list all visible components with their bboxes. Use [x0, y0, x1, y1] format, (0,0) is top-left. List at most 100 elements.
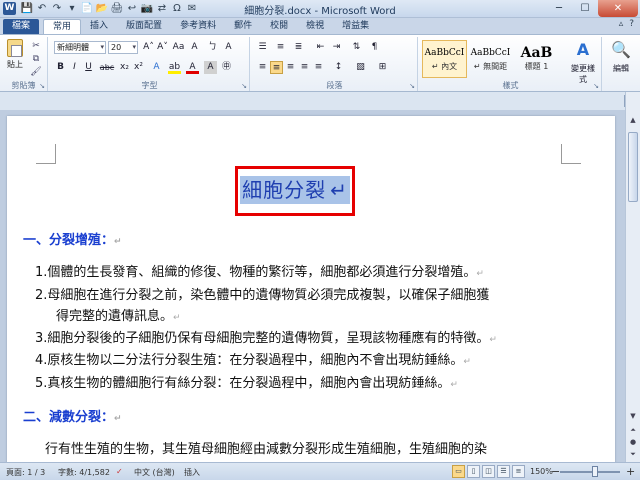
next-page-icon[interactable]: ⏷	[627, 448, 639, 460]
mail-icon[interactable]: ✉	[185, 2, 199, 16]
symbol-icon[interactable]: Ω	[170, 2, 184, 16]
list-item[interactable]: 4.原核生物以二分法行分裂生殖：在分裂過程中，細胞內不會出現紡錘絲。↵	[35, 349, 471, 368]
web-layout-view-button[interactable]: ◫	[482, 465, 495, 478]
numbering-icon[interactable]: ≡	[274, 41, 287, 54]
clipboard-launcher-icon[interactable]: ↘	[39, 82, 45, 90]
scroll-down-arrow-icon[interactable]: ▼	[627, 410, 639, 422]
strikethrough-button[interactable]: abc	[98, 61, 116, 74]
character-shading-icon[interactable]: A	[204, 61, 217, 74]
tab-page-layout[interactable]: 版面配置	[117, 19, 171, 34]
maximize-button[interactable]: ☐	[572, 0, 598, 17]
list-item[interactable]: 1.個體的生長發育、組織的修復、物種的繁衍等，細胞都必須進行分裂增殖。↵	[35, 261, 484, 280]
superscript-button[interactable]: x²	[132, 61, 145, 74]
clear-format-icon[interactable]: A	[188, 41, 201, 54]
screenshot-icon[interactable]: 📷	[140, 2, 154, 16]
shading-icon[interactable]: ▧	[354, 61, 367, 74]
print-icon[interactable]: 🖨	[110, 2, 124, 16]
tab-addins[interactable]: 增益集	[333, 19, 378, 34]
close-button[interactable]: ✕	[598, 0, 638, 17]
font-launcher-icon[interactable]: ↘	[241, 82, 247, 90]
help-icon[interactable]: ?	[629, 19, 634, 29]
center-button[interactable]: ≡	[270, 61, 283, 74]
change-case-icon[interactable]: Aa	[172, 41, 185, 54]
shrink-font-icon[interactable]: A˅	[156, 41, 169, 54]
sort-icon[interactable]: ⇅	[350, 41, 363, 54]
enclose-characters-icon[interactable]: ㊥	[220, 61, 233, 74]
character-border-icon[interactable]: A	[222, 41, 235, 54]
print-layout-view-button[interactable]: ▭	[452, 465, 465, 478]
style-normal[interactable]: AaBbCcI ↵ 內文	[422, 40, 467, 78]
phonetic-guide-icon[interactable]: ㄅ	[206, 41, 219, 54]
highlight-icon[interactable]: ab	[168, 61, 181, 74]
cut-icon[interactable]: ✂	[30, 40, 42, 52]
language[interactable]: 中文 (台灣)	[134, 467, 175, 478]
paste-button[interactable]: 貼上	[4, 39, 26, 77]
style-heading-1[interactable]: AaB 標題 1	[514, 40, 559, 78]
decrease-indent-icon[interactable]: ⇤	[314, 41, 327, 54]
swap-icon[interactable]: ⇄	[155, 2, 169, 16]
tab-mailings[interactable]: 郵件	[225, 19, 261, 34]
text-effects-icon[interactable]: A	[150, 61, 163, 74]
style-no-spacing[interactable]: AaBbCcI ↵ 無間距	[468, 40, 513, 78]
zoom-out-button[interactable]: −	[551, 465, 560, 478]
previous-page-icon[interactable]: ⏶	[627, 424, 639, 436]
tab-review[interactable]: 校閱	[261, 19, 297, 34]
scroll-up-arrow-icon[interactable]: ▲	[627, 114, 639, 126]
undo-icon[interactable]: ↶	[35, 2, 49, 16]
full-screen-view-button[interactable]: ▯	[467, 465, 480, 478]
font-size-combo[interactable]: 20 ▾	[108, 41, 138, 54]
word-count[interactable]: 字數: 4/1,582	[58, 467, 110, 478]
increase-indent-icon[interactable]: ⇥	[330, 41, 343, 54]
qat-more-icon[interactable]: ▾	[65, 2, 79, 16]
align-right-button[interactable]: ≡	[284, 61, 297, 74]
tab-file[interactable]: 檔案	[3, 19, 40, 34]
body-paragraph[interactable]: 行有性生殖的生物，其生殖母細胞經由減數分裂形成生殖細胞，生殖細胞的染	[45, 438, 487, 457]
tab-home[interactable]: 常用	[43, 19, 82, 34]
minimize-button[interactable]: ─	[546, 0, 572, 17]
font-name-combo[interactable]: 新細明體 ▾	[54, 41, 106, 54]
list-item[interactable]: 5.真核生物的體細胞行有絲分裂：在分裂過程中，細胞內會出現紡錘絲。↵	[35, 372, 458, 391]
font-color-icon[interactable]: A	[186, 61, 199, 74]
format-painter-icon[interactable]: 🖌	[30, 66, 42, 78]
vertical-scrollbar[interactable]: ▲ ▼ ⏶ ● ⏷	[625, 92, 640, 462]
editing-button[interactable]: 🔍 編輯	[606, 39, 636, 74]
tab-view[interactable]: 檢視	[297, 19, 333, 34]
change-styles-button[interactable]: A 變更樣式	[568, 39, 598, 85]
minimize-ribbon-icon[interactable]: ▵	[619, 19, 624, 29]
subscript-button[interactable]: x₂	[118, 61, 131, 74]
styles-launcher-icon[interactable]: ↘	[593, 82, 599, 90]
zoom-level[interactable]: 150%	[530, 467, 553, 476]
bullets-icon[interactable]: ☰	[256, 41, 269, 54]
open-icon[interactable]: 📂	[95, 2, 109, 16]
copy-icon[interactable]: ⧉	[30, 53, 42, 65]
list-item[interactable]: 3.細胞分裂後的子細胞仍保有母細胞完整的遺傳物質，呈現該物種應有的特徵。↵	[35, 327, 497, 346]
bold-button[interactable]: B	[54, 61, 67, 74]
page-count[interactable]: 頁面: 1 / 3	[6, 467, 45, 478]
section-heading-2[interactable]: 二、減數分裂：↵	[23, 406, 122, 425]
document-title[interactable]: 細胞分裂	[240, 176, 329, 204]
tab-insert[interactable]: 插入	[81, 19, 117, 34]
justify-button[interactable]: ≡	[298, 61, 311, 74]
show-marks-icon[interactable]: ¶	[368, 41, 381, 54]
word-app-icon[interactable]: W	[3, 2, 16, 15]
draft-view-button[interactable]: ≡	[512, 465, 525, 478]
browse-object-icon[interactable]: ●	[627, 436, 639, 448]
document-page[interactable]: 細胞分裂 ↵ 一、分裂增殖：↵ 1.個體的生長發育、組織的修復、物種的繁衍等，細胞…	[7, 116, 615, 462]
scrollbar-thumb[interactable]	[628, 132, 638, 202]
save-icon[interactable]: 💾	[20, 2, 34, 16]
new-document-icon[interactable]: 📄	[80, 2, 94, 16]
borders-icon[interactable]: ⊞	[376, 61, 389, 74]
zoom-slider-knob[interactable]	[591, 466, 598, 477]
distributed-button[interactable]: ≡	[312, 61, 325, 74]
zoom-in-button[interactable]: +	[626, 465, 635, 478]
list-item[interactable]: 2.母細胞在進行分裂之前，染色體中的遺傳物質必須完成複製，以確保子細胞獲	[35, 284, 489, 303]
underline-button[interactable]: U	[82, 61, 95, 74]
grow-font-icon[interactable]: A˄	[142, 41, 155, 54]
back-icon[interactable]: ↩	[125, 2, 139, 16]
section-heading-1[interactable]: 一、分裂增殖：↵	[23, 229, 122, 248]
insert-mode[interactable]: 插入	[184, 467, 200, 478]
tab-references[interactable]: 參考資料	[171, 19, 225, 34]
italic-button[interactable]: I	[68, 61, 81, 74]
proofing-icon[interactable]: ✓	[116, 467, 123, 476]
line-spacing-icon[interactable]: ↕	[332, 61, 345, 74]
